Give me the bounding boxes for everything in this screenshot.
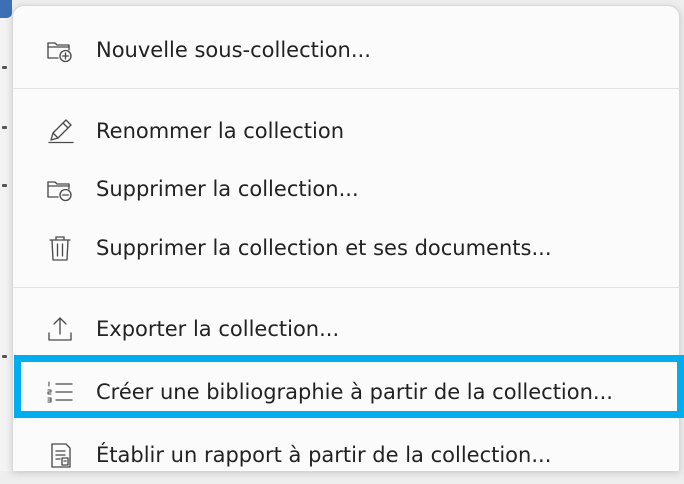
background-window-mark xyxy=(2,184,7,187)
folder-remove-icon xyxy=(44,173,76,205)
menu-separator xyxy=(13,287,681,288)
menu-separator xyxy=(13,88,681,89)
menu-item-label: Renommer la collection xyxy=(96,119,345,143)
background-window-mark xyxy=(2,66,7,69)
report-icon xyxy=(44,439,76,471)
numbered-list-icon xyxy=(44,376,76,408)
menu-item-delete-collection-and-items[interactable]: Supprimer la collection et ses documents… xyxy=(13,219,681,277)
pencil-icon xyxy=(44,115,76,147)
menu-item-label: Nouvelle sous-collection... xyxy=(96,38,371,62)
menu-item-delete-collection[interactable]: Supprimer la collection... xyxy=(13,160,681,218)
background-window-mark xyxy=(2,355,7,358)
folder-add-icon xyxy=(44,34,76,66)
menu-item-label: Exporter la collection... xyxy=(96,317,340,341)
trash-icon xyxy=(44,232,76,264)
background-window-mark xyxy=(2,126,7,129)
menu-item-new-subcollection[interactable]: Nouvelle sous-collection... xyxy=(13,21,681,79)
menu-item-generate-report[interactable]: Établir un rapport à partir de la collec… xyxy=(13,426,681,484)
menu-item-label: Supprimer la collection et ses documents… xyxy=(96,236,552,260)
menu-item-rename-collection[interactable]: Renommer la collection xyxy=(13,102,681,160)
menu-item-label: Établir un rapport à partir de la collec… xyxy=(96,443,552,467)
background-window-accent xyxy=(0,0,12,18)
menu-item-create-bibliography[interactable]: Créer une bibliographie à partir de la c… xyxy=(13,363,681,421)
menu-item-label: Créer une bibliographie à partir de la c… xyxy=(96,380,613,404)
background-window-edge xyxy=(0,0,12,471)
menu-item-export-collection[interactable]: Exporter la collection... xyxy=(13,300,681,358)
export-icon xyxy=(44,313,76,345)
collection-context-menu: Nouvelle sous-collection... Renommer la … xyxy=(12,5,681,471)
menu-item-label: Supprimer la collection... xyxy=(96,177,359,201)
